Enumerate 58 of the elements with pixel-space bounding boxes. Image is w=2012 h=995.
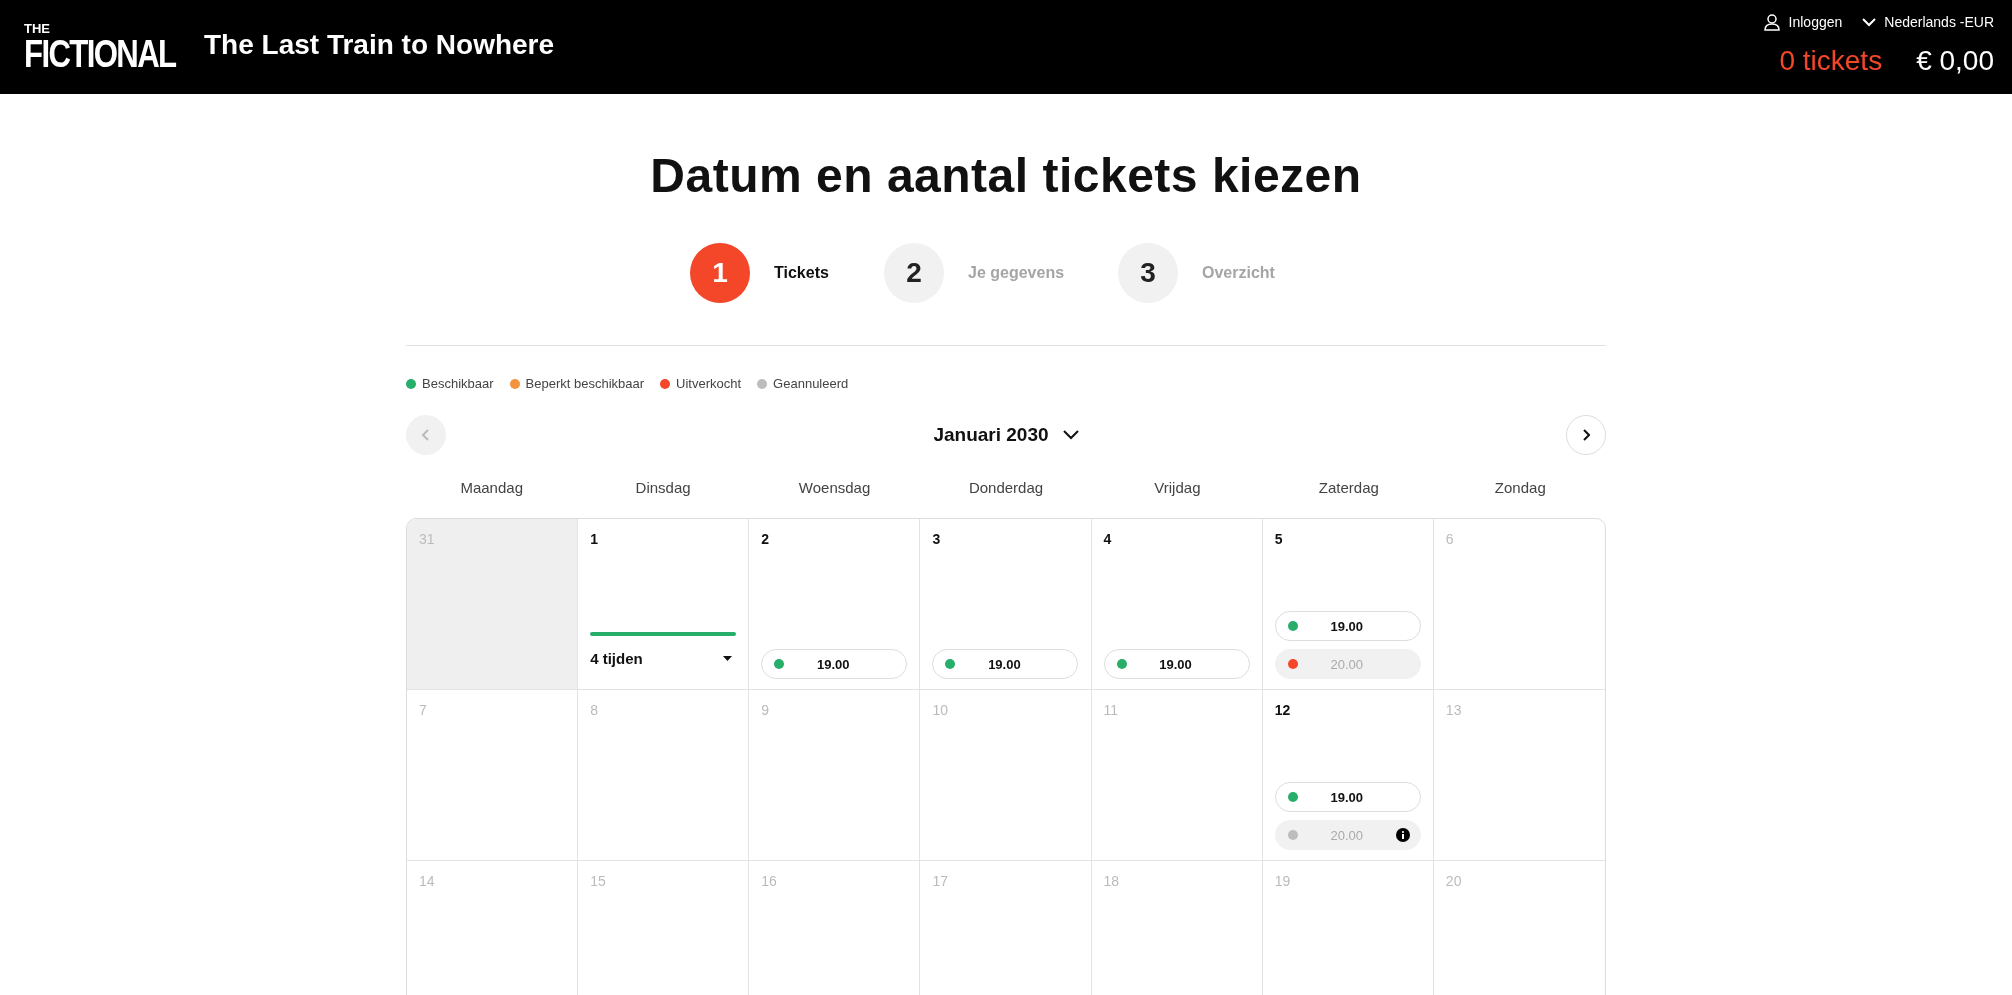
- legend-label: Beperkt beschikbaar: [525, 376, 645, 391]
- day-number: 13: [1445, 702, 1462, 718]
- language-selector[interactable]: Nederlands -EUR: [1862, 13, 1994, 31]
- times-dropdown[interactable]: 4 tijden: [590, 650, 737, 667]
- weekday-label: Vrijdag: [1153, 479, 1202, 496]
- weekday-label: Maandag: [459, 479, 524, 496]
- day-number: 19: [1274, 873, 1291, 889]
- day-number: 8: [590, 702, 598, 718]
- step-label: Je gegevens: [968, 264, 1066, 282]
- step-label: Overzicht: [1202, 264, 1276, 282]
- month-selector[interactable]: Januari 2030: [927, 423, 1085, 447]
- step-number: 3: [1118, 243, 1178, 303]
- weekday-label: Dinsdag: [634, 479, 692, 496]
- time-slot[interactable]: 19.00: [932, 649, 1079, 679]
- cart-total: € 0,00: [1916, 45, 1994, 77]
- step-label: Tickets: [774, 264, 830, 282]
- step-number: 2: [884, 243, 944, 303]
- chevron-down-icon: [1862, 17, 1877, 27]
- step-number: 1: [690, 243, 750, 303]
- time-slot[interactable]: 19.00: [1274, 782, 1421, 812]
- day-number: 5: [1274, 531, 1283, 547]
- day-number: 15: [590, 873, 606, 889]
- day-number: 2: [761, 531, 770, 547]
- time-slot[interactable]: 19.00: [761, 649, 908, 679]
- day-number: 11: [1103, 702, 1119, 718]
- legend-label: Uitverkocht: [676, 376, 742, 391]
- day-number: 3: [932, 531, 941, 547]
- day-number: 16: [761, 873, 777, 889]
- page-title: Datum en aantal tickets kiezen: [650, 148, 1362, 203]
- time-slot[interactable]: 19.00: [1103, 649, 1250, 679]
- next-month-button[interactable]: [1566, 415, 1606, 455]
- time-slot[interactable]: 19.00: [1274, 611, 1421, 641]
- day-number: 10: [932, 702, 948, 718]
- ticket-count[interactable]: 0 tickets: [1779, 45, 1883, 77]
- day-number: 18: [1103, 873, 1120, 889]
- login-link[interactable]: Inloggen: [1762, 13, 1843, 31]
- day-number: 17: [932, 873, 948, 889]
- weekday-label: Zaterdag: [1317, 479, 1380, 496]
- day-number: 4: [1103, 531, 1112, 547]
- legend-label: Beschikbaar: [422, 376, 494, 391]
- day-number: 6: [1445, 531, 1454, 547]
- day-number: 20: [1445, 873, 1462, 889]
- chevron-left-icon: [422, 429, 430, 441]
- day-number: 14: [419, 873, 435, 889]
- chevron-right-icon: [1582, 429, 1590, 441]
- day-number: 1: [590, 531, 598, 547]
- user-icon: [1762, 13, 1781, 31]
- caret-icon: [723, 656, 733, 661]
- day-number: 9: [761, 702, 770, 718]
- legend-label: Geannuleerd: [773, 376, 849, 391]
- chevron-down-icon: [1062, 430, 1079, 440]
- weekday-label: Zondag: [1493, 479, 1547, 496]
- logo[interactable]: THE FICTIONAL: [24, 21, 174, 73]
- event-title: The Last Train to Nowhere: [204, 29, 555, 61]
- weekday-label: Woensdag: [797, 479, 872, 496]
- weekday-label: Donderdag: [967, 479, 1045, 496]
- day-number: 7: [419, 702, 427, 718]
- day-number: 12: [1274, 702, 1291, 718]
